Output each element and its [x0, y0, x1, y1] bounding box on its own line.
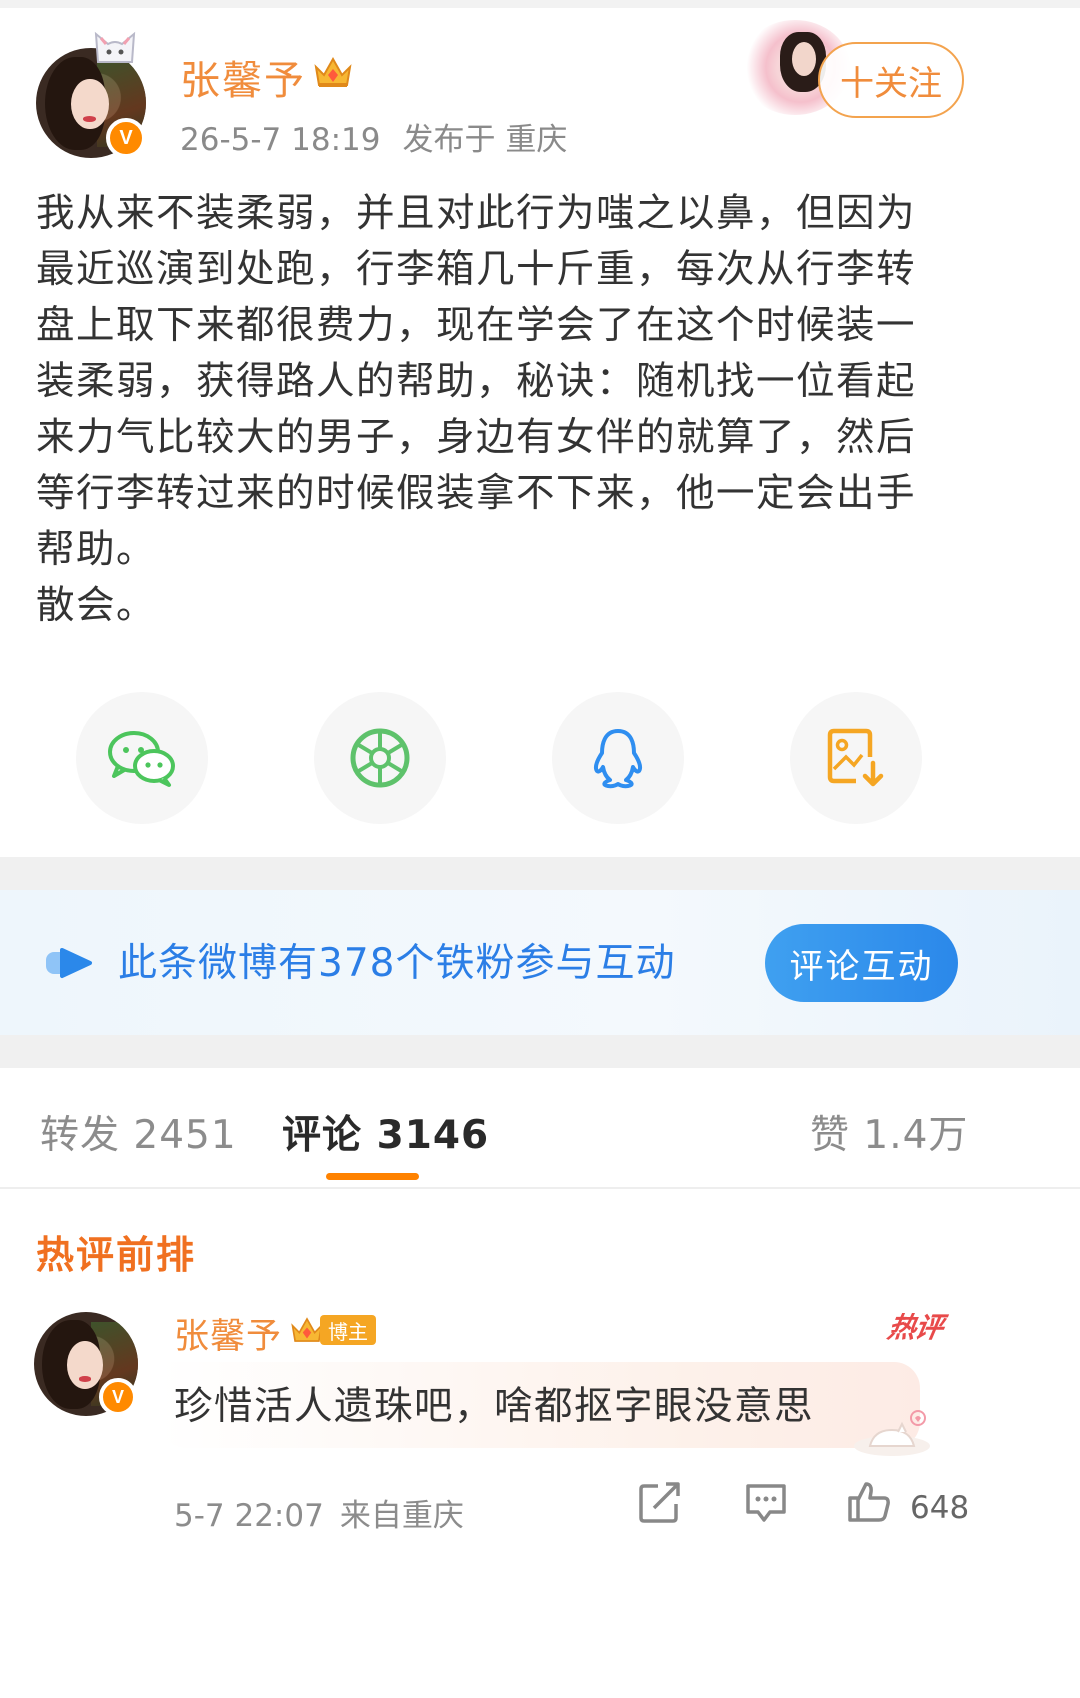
fan-interaction-banner[interactable]: 此条微博有378个铁粉参与互动 评论互动: [0, 890, 1080, 1035]
author-badge-label: 博主: [320, 1315, 376, 1345]
qq-icon: [593, 729, 643, 789]
post-text-line: 来力气比较大的男子，身边有女伴的就算了，然后: [36, 415, 917, 460]
like-thumb-icon[interactable]: [846, 1478, 892, 1524]
comment-interact-button[interactable]: 评论互动: [765, 924, 958, 1002]
author-badge: 博主: [290, 1313, 377, 1347]
crown-icon: [291, 1317, 323, 1342]
share-wechat-button[interactable]: [76, 692, 208, 824]
top-divider: [0, 0, 1080, 8]
post-text-line: 等行李转过来的时候假装拿不下来，他一定会出手: [36, 471, 917, 516]
save-image-button[interactable]: [790, 692, 922, 824]
commenter-name[interactable]: 张馨予: [174, 1308, 282, 1359]
reply-icon[interactable]: [744, 1480, 788, 1524]
comment-meta: 5-7 22:07 来自重庆: [174, 1490, 464, 1535]
post-text-line: 盘上取下来都很费力，现在学会了在这个时候装一: [36, 303, 917, 348]
share-moments-button[interactable]: [314, 692, 446, 824]
active-tab-indicator: [326, 1173, 419, 1180]
author-name[interactable]: 张馨予: [180, 48, 306, 106]
verified-v-icon: V: [106, 118, 146, 158]
post-text-line: 散会。: [36, 583, 157, 628]
comment-like-count: 648: [910, 1490, 970, 1526]
post-text-line: 最近巡演到处跑，行李箱几十斤重，每次从行李转: [36, 247, 917, 292]
verified-v-icon: V: [99, 1378, 137, 1416]
post-text-line: 装柔弱，获得路人的帮助，秘诀：随机找一位看起: [36, 359, 917, 404]
post-location: 发布于 重庆: [402, 122, 568, 158]
post-meta: 26-5-7 18:19 发布于 重庆: [180, 114, 567, 159]
crown-icon: [314, 56, 352, 87]
post-time: 26-5-7 18:19: [180, 122, 381, 158]
fan-interaction-text: 此条微博有378个铁粉参与互动: [118, 941, 676, 986]
save-image-icon: [827, 728, 884, 787]
hot-comments-title: 热评前排: [36, 1233, 197, 1277]
cat-sticker-icon: [854, 1410, 930, 1456]
share-qq-button[interactable]: [552, 692, 684, 824]
post-text-line: 我从来不装柔弱，并且对此行为嗤之以鼻，但因为: [36, 191, 917, 236]
section-divider: [0, 857, 1080, 890]
hot-comment-stamp: 热评: [885, 1311, 946, 1344]
repost-icon[interactable]: [638, 1480, 682, 1524]
tab-reposts[interactable]: 转发 2451: [40, 1104, 237, 1160]
comment-time: 5-7 22:07: [174, 1498, 324, 1534]
comment-text: 珍惜活人遗珠吧，啥都抠字眼没意思: [174, 1384, 815, 1429]
tab-likes[interactable]: 赞 1.4万: [810, 1104, 968, 1160]
follow-button[interactable]: 十关注: [818, 42, 964, 118]
tab-comments[interactable]: 评论 3146: [282, 1104, 489, 1160]
cat-decoration-icon: [94, 31, 136, 63]
section-divider: [0, 1035, 1080, 1068]
moments-icon: [350, 728, 410, 788]
comment-location: 来自重庆: [339, 1498, 464, 1534]
post-text-line: 帮助。: [36, 527, 157, 572]
tabs-divider: [0, 1187, 1080, 1189]
fan-badge-icon: [46, 948, 92, 978]
post-body: 我从来不装柔弱，并且对此行为嗤之以鼻，但因为 最近巡演到处跑，行李箱几十斤重，每…: [36, 186, 956, 634]
wechat-icon: [108, 731, 175, 787]
